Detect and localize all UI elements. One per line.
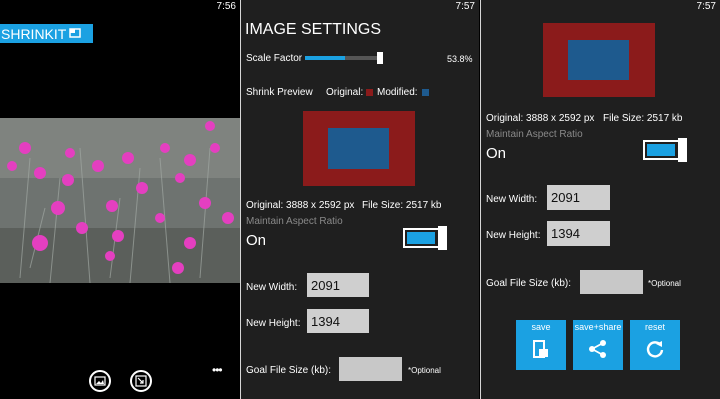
window-icon [69, 28, 81, 38]
more-menu-button[interactable]: ••• [212, 363, 223, 377]
scale-slider-fill [305, 56, 345, 60]
status-clock: 7:57 [455, 1, 475, 12]
app-title: SHRINKIT [1, 26, 67, 42]
scale-value: 53.8% [447, 54, 473, 64]
save-share-button[interactable]: save+share [573, 320, 623, 370]
scale-slider[interactable] [305, 52, 383, 64]
modified-size-box [328, 128, 389, 169]
save-share-button-label: save+share [574, 322, 622, 332]
toggle-knob [678, 138, 687, 162]
toggle-fill [407, 232, 435, 244]
modified-size-box [568, 40, 629, 80]
scale-factor-label: Scale Factor [246, 53, 303, 64]
goal-file-size-label: Goal File Size (kb): [246, 365, 332, 376]
settings-actions-screen: 7:57 Original: 3888 x 2592 px File Size:… [481, 0, 720, 399]
new-width-input[interactable]: 2091 [307, 273, 369, 297]
app-title-bar: SHRINKIT [0, 24, 93, 43]
new-width-label: New Width: [246, 282, 298, 293]
aspect-ratio-state: On [486, 145, 507, 162]
new-height-input[interactable]: 1394 [547, 221, 610, 246]
scale-slider-thumb[interactable] [377, 52, 383, 64]
save-icon [533, 340, 548, 358]
gallery-button[interactable] [89, 370, 111, 392]
aspect-ratio-toggle[interactable] [643, 138, 687, 162]
aspect-ratio-label: Maintain Aspect Ratio [246, 216, 343, 227]
settings-screen: 7:57 IMAGE SETTINGS Scale Factor 53.8% S… [241, 0, 479, 399]
goal-file-size-input[interactable] [580, 270, 643, 294]
original-dimensions: Original: 3888 x 2592 px [486, 113, 595, 124]
toggle-fill [647, 144, 675, 156]
aspect-ratio-toggle[interactable] [403, 226, 447, 250]
status-clock: 7:56 [216, 1, 236, 12]
new-height-label: New Height: [246, 318, 301, 329]
aspect-ratio-label: Maintain Aspect Ratio [486, 129, 583, 140]
original-size-box [303, 111, 415, 186]
toggle-knob [438, 226, 447, 250]
status-bar: 7:57 [481, 0, 720, 14]
original-legend-label: Original: [326, 87, 364, 98]
pictures-icon [94, 376, 106, 386]
goal-file-size-input[interactable] [339, 357, 402, 381]
save-button[interactable]: save [516, 320, 566, 370]
share-icon [589, 340, 606, 358]
reset-button[interactable]: reset [630, 320, 680, 370]
file-size: File Size: 2517 kb [362, 200, 442, 211]
reset-button-label: reset [644, 322, 665, 332]
new-width-label: New Width: [486, 194, 538, 205]
shrink-button[interactable] [130, 370, 152, 392]
file-size: File Size: 2517 kb [603, 113, 683, 124]
resize-icon [135, 375, 147, 387]
new-height-label: New Height: [486, 230, 541, 241]
new-height-input[interactable]: 1394 [307, 309, 369, 333]
status-bar: 7:56 [0, 0, 240, 14]
goal-file-size-label: Goal File Size (kb): [486, 278, 572, 289]
page-title: IMAGE SETTINGS [245, 21, 382, 38]
flower-photo [0, 118, 240, 283]
status-bar: 7:57 [241, 0, 479, 14]
refresh-icon [646, 341, 664, 358]
original-size-box [543, 23, 655, 97]
optional-note: *Optional [648, 279, 681, 288]
modified-legend-swatch [422, 89, 429, 96]
shrink-preview-label: Shrink Preview [246, 87, 313, 98]
new-width-input[interactable]: 2091 [547, 185, 610, 210]
modified-legend-label: Modified: [377, 87, 418, 98]
aspect-ratio-state: On [246, 232, 267, 249]
photo-screen: 7:56 SHRINKIT ••• [0, 0, 240, 399]
status-clock: 7:57 [696, 1, 716, 12]
original-legend-swatch [366, 89, 373, 96]
save-button-label: save [531, 322, 551, 332]
optional-note: *Optional [408, 366, 441, 375]
original-dimensions: Original: 3888 x 2592 px [246, 200, 355, 211]
